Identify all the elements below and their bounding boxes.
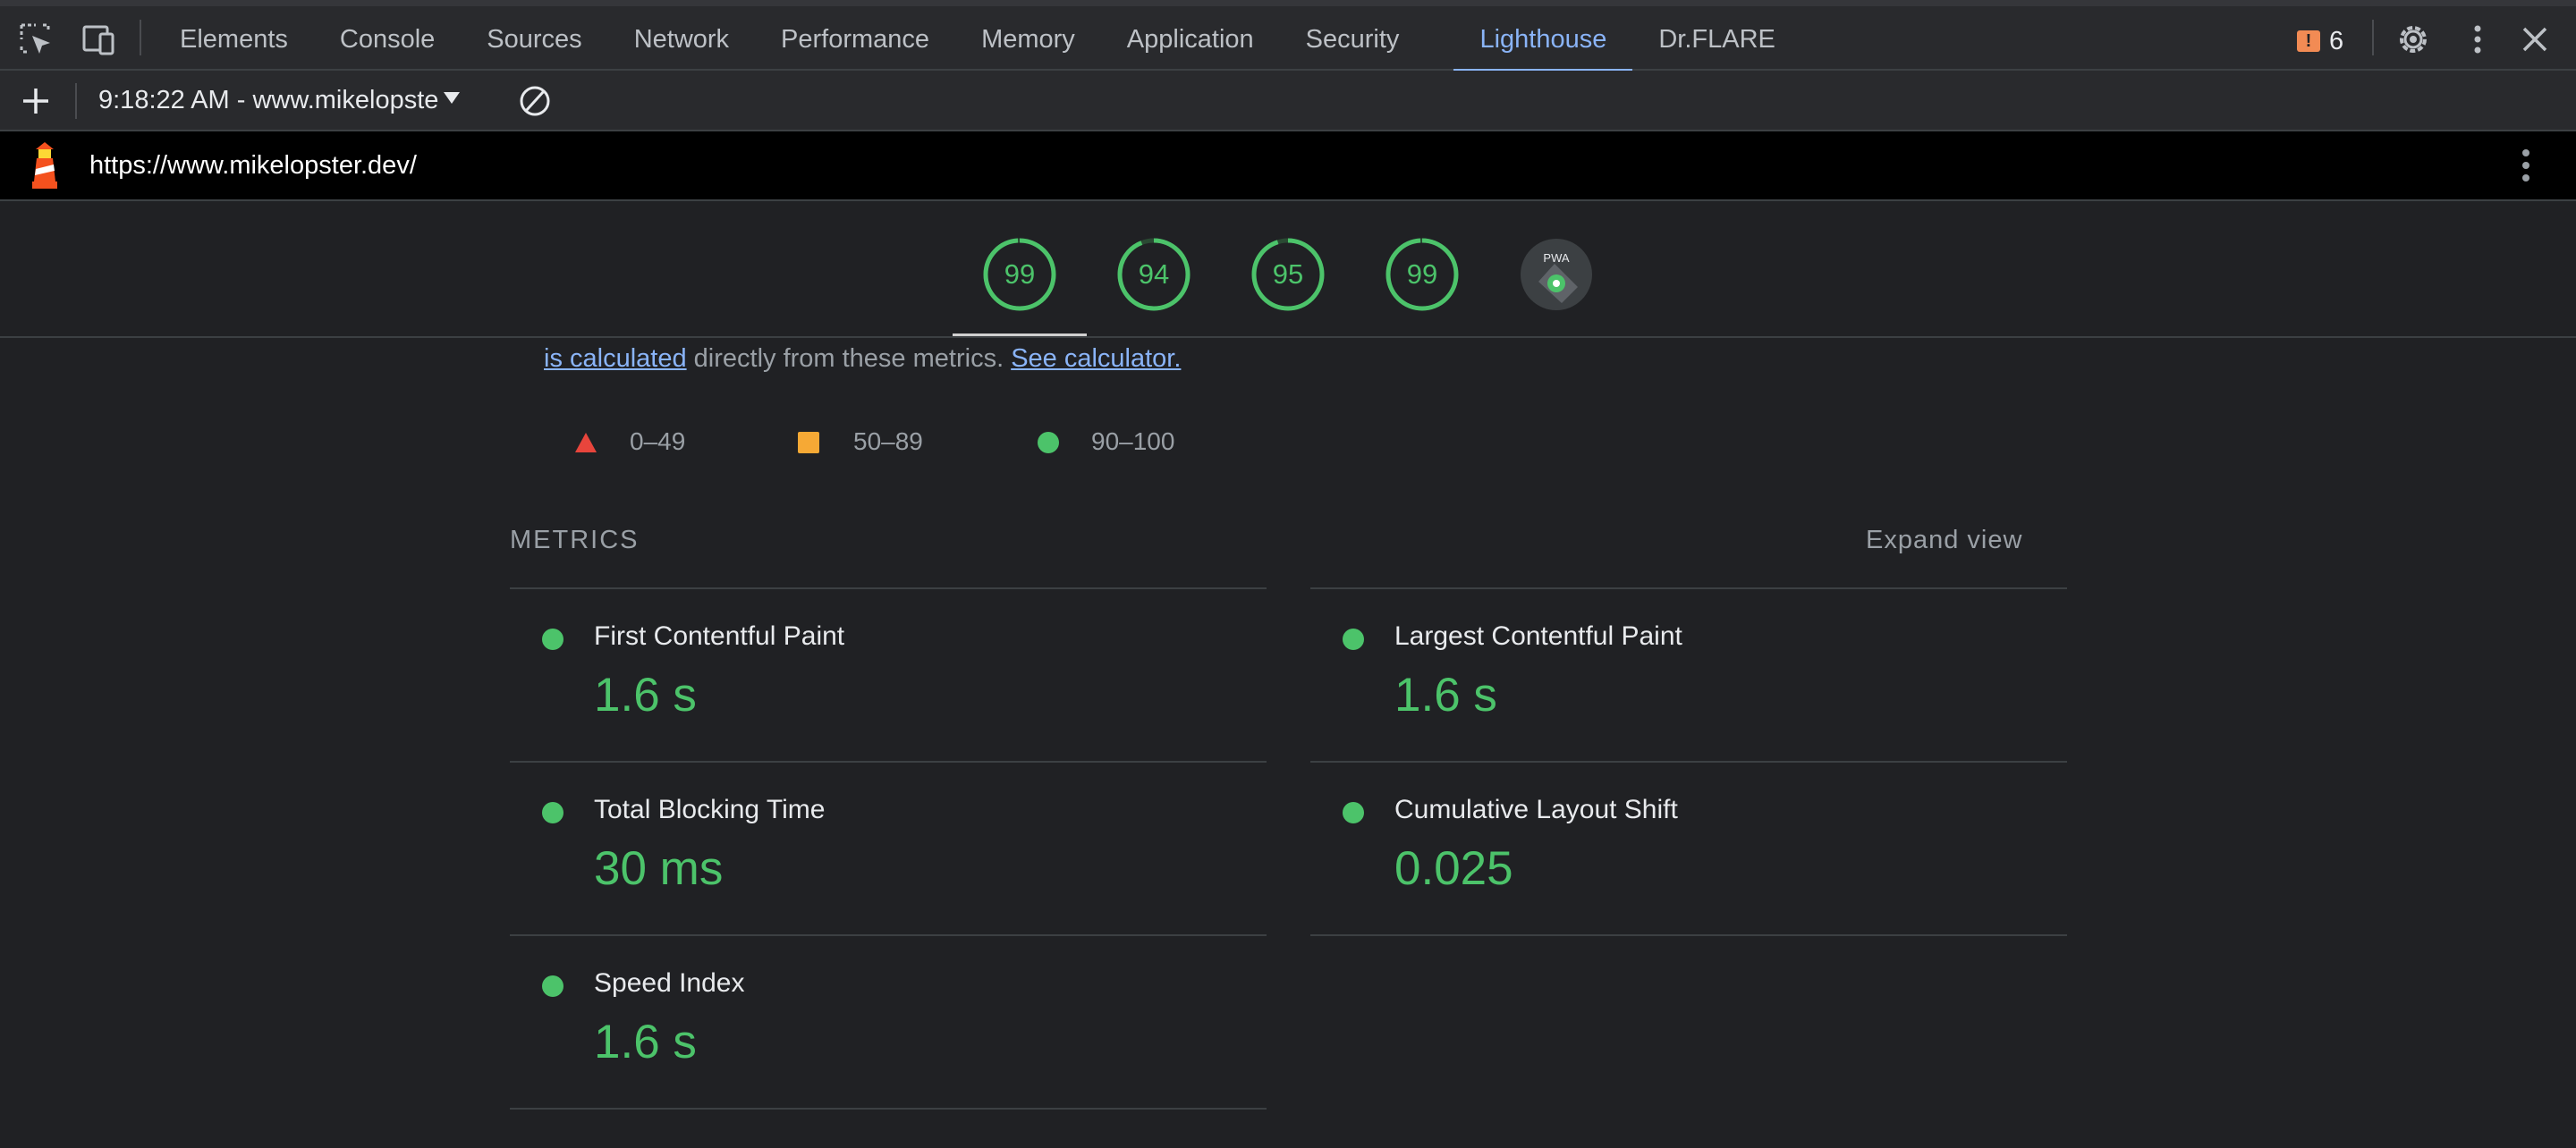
tab-performance[interactable]: Performance [755, 0, 955, 71]
legend-fail-range: 0–49 [630, 427, 686, 455]
pass-indicator-icon [1343, 802, 1364, 823]
metric-first-contentful-paint: First Contentful Paint 1.6 s [510, 587, 1267, 761]
gauge-accessibility[interactable]: 94 [1116, 237, 1191, 312]
lighthouse-logo-icon [27, 140, 63, 190]
metrics-divider [1310, 934, 2067, 936]
pass-indicator-icon [542, 975, 564, 997]
metric-value: 1.6 s [594, 1016, 697, 1068]
dropdown-triangle-icon [444, 91, 461, 104]
report-url-bar: https://www.mikelopster.dev/ [0, 131, 2576, 201]
legend-average: 50–89 [798, 427, 959, 456]
close-devtools-icon[interactable] [2515, 20, 2555, 59]
pwa-label: PWA [1543, 251, 1569, 265]
more-options-icon[interactable] [2458, 20, 2497, 59]
metric-value: 1.6 s [594, 669, 697, 722]
tab-application[interactable]: Application [1101, 0, 1280, 71]
new-report-plus-icon[interactable] [16, 81, 55, 121]
score-performance: 99 [1004, 258, 1036, 290]
tab-lighthouse[interactable]: Lighthouse [1453, 0, 1633, 72]
metric-title: First Contentful Paint [594, 621, 845, 651]
orange-square-icon [798, 432, 819, 453]
expand-view-button[interactable]: Expand view [1866, 526, 2022, 555]
pass-indicator-icon [542, 802, 564, 823]
legend-pass: 90–100 [1038, 427, 1208, 456]
score-seo: 99 [1406, 258, 1438, 290]
tab-security[interactable]: Security [1280, 0, 1426, 71]
green-circle-icon [1038, 432, 1059, 453]
device-toolbar-icon[interactable] [79, 20, 118, 59]
metric-value: 0.025 [1394, 842, 1513, 895]
gauge-seo[interactable]: 99 [1385, 237, 1460, 312]
is-calculated-link[interactable]: is calculated [544, 344, 687, 373]
tab-memory[interactable]: Memory [955, 0, 1101, 71]
pwa-badge-icon: PWA [1521, 239, 1592, 310]
toolbar-divider-right [2372, 20, 2374, 55]
settings-gear-icon[interactable] [2394, 20, 2433, 59]
metric-cumulative-layout-shift: Cumulative Layout Shift 0.025 [1310, 761, 2067, 934]
metric-value: 1.6 s [1394, 669, 1497, 722]
issues-icon: ! [2297, 30, 2320, 52]
red-triangle-icon [575, 433, 597, 452]
toolbar2-divider [75, 83, 77, 119]
legend-pass-range: 90–100 [1091, 427, 1175, 455]
tab-console[interactable]: Console [314, 0, 461, 71]
gauge-performance[interactable]: 99 [982, 237, 1057, 312]
tab-elements[interactable]: Elements [154, 0, 314, 71]
issues-count: 6 [2329, 26, 2344, 55]
devtools-tab-bar: Elements Console Sources Network Perform… [0, 0, 2576, 72]
gauge-pwa[interactable]: PWA [1519, 237, 1594, 312]
inspect-element-icon[interactable] [16, 20, 55, 59]
metric-speed-index: Speed Index 1.6 s [510, 934, 1267, 1108]
report-selector-label: 9:18:22 AM - www.mikelopste [98, 86, 439, 114]
pass-indicator-icon [1343, 629, 1364, 650]
tab-network[interactable]: Network [608, 0, 755, 71]
metric-largest-contentful-paint: Largest Contentful Paint 1.6 s [1310, 587, 2067, 761]
score-best-practices: 95 [1272, 258, 1304, 290]
metrics-divider-bottom [510, 1108, 1267, 1110]
pass-indicator-icon [542, 629, 564, 650]
lighthouse-toolbar: 9:18:22 AM - www.mikelopste [0, 71, 2576, 131]
score-calculation-note: is calculated directly from these metric… [544, 344, 1181, 374]
tab-drflare[interactable]: Dr.FLARE [1632, 0, 1801, 71]
score-accessibility: 94 [1138, 258, 1170, 290]
legend-fail: 0–49 [574, 427, 708, 456]
tab-sources[interactable]: Sources [461, 0, 607, 71]
score-gauges-header: 99 94 95 99 PWA [0, 201, 2576, 338]
metric-title: Largest Contentful Paint [1394, 621, 1682, 651]
metric-value: 30 ms [594, 842, 724, 895]
metric-title: Speed Index [594, 968, 745, 998]
active-gauge-underline [953, 333, 1087, 336]
issues-indicator[interactable]: ! 6 [2297, 20, 2343, 63]
toolbar-divider [140, 20, 141, 55]
metric-total-blocking-time: Total Blocking Time 30 ms [510, 761, 1267, 934]
report-selector[interactable]: 9:18:22 AM - www.mikelopste [98, 71, 461, 130]
gauge-best-practices[interactable]: 95 [1250, 237, 1326, 312]
legend-average-range: 50–89 [853, 427, 923, 455]
metric-title: Total Blocking Time [594, 795, 826, 824]
metric-title: Cumulative Layout Shift [1394, 795, 1678, 824]
report-menu-icon[interactable] [2506, 146, 2546, 185]
report-url[interactable]: https://www.mikelopster.dev/ [89, 131, 417, 199]
intro-text: directly from these metrics. [686, 344, 1012, 373]
panel-tabs: Elements Console Sources Network Perform… [154, 0, 1801, 72]
clear-reports-icon[interactable] [515, 81, 555, 121]
see-calculator-link[interactable]: See calculator. [1011, 344, 1181, 373]
metrics-heading: METRICS [510, 526, 640, 554]
